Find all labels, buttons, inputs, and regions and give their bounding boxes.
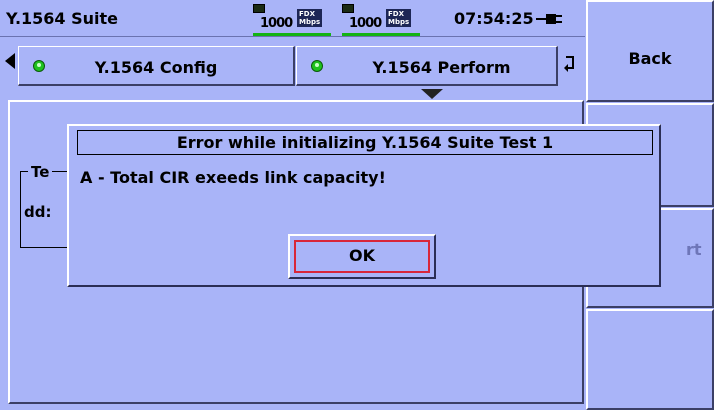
ok-button-label: OK	[349, 246, 375, 265]
group-text: dd:	[24, 203, 52, 221]
dialog-title: Error while initializing Y.1564 Suite Te…	[77, 130, 653, 155]
softkey-label: rt	[686, 240, 702, 259]
port-2-link-bar	[342, 33, 420, 36]
port-1-status: 1000 FDX Mbps	[253, 4, 335, 36]
power-plug-icon	[536, 14, 562, 24]
tab-scroll-left-icon[interactable]	[5, 53, 15, 69]
port-1-link-bar	[253, 33, 331, 36]
port-2-mode: FDX Mbps	[386, 9, 412, 27]
tab-label: Y.1564 Config	[94, 58, 218, 77]
port-icon	[342, 4, 354, 13]
status-led-icon	[311, 60, 323, 72]
softkey-4[interactable]	[586, 309, 714, 410]
softkey-label: Back	[628, 49, 672, 68]
port-2-speed: 1000	[349, 16, 382, 31]
tab-y1564-config[interactable]: Y.1564 Config	[18, 46, 295, 86]
port-icon	[253, 4, 265, 13]
tab-y1564-perform[interactable]: Y.1564 Perform	[296, 46, 558, 86]
tab-label: Y.1564 Perform	[372, 58, 511, 77]
clock: 07:54:25	[454, 9, 534, 28]
group-title: Te	[28, 163, 53, 181]
port-1-speed: 1000	[260, 16, 293, 31]
tab-wrap-arrow-icon[interactable]	[563, 54, 577, 76]
port-1-mode: FDX Mbps	[297, 9, 323, 27]
active-tab-indicator-icon	[421, 89, 443, 99]
ok-button[interactable]: OK	[288, 234, 436, 279]
app-title: Y.1564 Suite	[6, 9, 119, 28]
dialog-message: A - Total CIR exeeds link capacity!	[80, 168, 386, 187]
port-2-status: 1000 FDX Mbps	[342, 4, 424, 36]
back-button[interactable]: Back	[586, 0, 714, 102]
